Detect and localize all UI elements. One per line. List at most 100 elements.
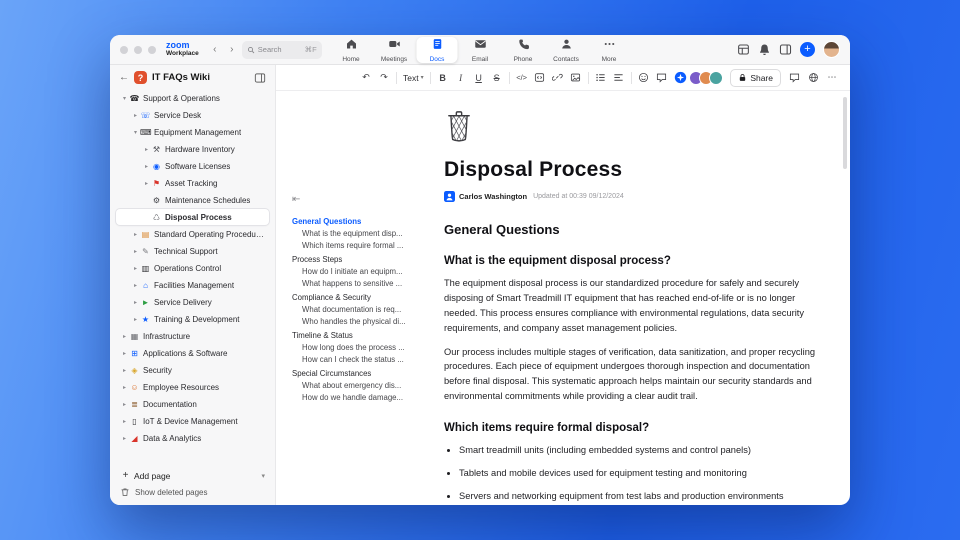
collaborator-avatar[interactable] bbox=[709, 70, 724, 85]
outline-item[interactable]: How can I check the status ... bbox=[292, 354, 428, 366]
tab-meetings[interactable]: Meetings bbox=[374, 37, 415, 63]
sidebar-item-data-analytics[interactable]: ▸ ◢ Data & Analytics bbox=[116, 430, 269, 446]
close-window-button[interactable] bbox=[120, 45, 128, 54]
outline-item[interactable]: Compliance & Security bbox=[292, 292, 428, 304]
collaborator-avatars[interactable] bbox=[689, 70, 724, 85]
bold-button[interactable]: B bbox=[437, 70, 449, 86]
sidebar-item-equipment-management[interactable]: ▾ ⌨ Equipment Management bbox=[116, 124, 269, 140]
outline-item[interactable]: What about emergency dis... bbox=[292, 380, 428, 392]
sidebar-item-employee-resources[interactable]: ▸ ☺ Employee Resources bbox=[116, 379, 269, 395]
chevron-right-icon[interactable]: ▸ bbox=[131, 299, 140, 306]
chevron-right-icon[interactable]: ▸ bbox=[131, 265, 140, 272]
redo-button[interactable]: ↷ bbox=[378, 70, 390, 86]
chevron-right-icon[interactable]: ▸ bbox=[142, 163, 151, 170]
nav-back-button[interactable]: ‹ bbox=[208, 43, 222, 57]
workspace-icon[interactable] bbox=[737, 43, 750, 56]
sidebar-item-facilities-management[interactable]: ▸ ⌂ Facilities Management bbox=[116, 277, 269, 293]
link-button[interactable] bbox=[552, 70, 564, 86]
show-deleted-pages-button[interactable]: Show deleted pages bbox=[116, 484, 269, 501]
italic-button[interactable]: I bbox=[455, 70, 467, 86]
text-style-dropdown[interactable]: Text ▾ bbox=[403, 73, 424, 83]
collapse-sidebar-icon[interactable] bbox=[254, 72, 266, 84]
sidebar-item-security[interactable]: ▸ ◈ Security bbox=[116, 362, 269, 378]
sidebar-item-service-desk[interactable]: ▸ ☏ Service Desk bbox=[116, 107, 269, 123]
chevron-right-icon[interactable]: ▸ bbox=[120, 384, 129, 391]
new-item-button[interactable]: + bbox=[800, 42, 815, 57]
underline-button[interactable]: U bbox=[473, 70, 485, 86]
more-options-button[interactable]: ⋯ bbox=[826, 70, 838, 86]
sidebar-item-maintenance-schedules[interactable]: ⚙ Maintenance Schedules bbox=[116, 192, 269, 208]
zoom-window-button[interactable] bbox=[148, 45, 156, 54]
chevron-down-icon[interactable]: ▾ bbox=[120, 95, 129, 102]
sidebar-item-technical-support[interactable]: ▸ ✎ Technical Support bbox=[116, 243, 269, 259]
sidebar-item-operations-control[interactable]: ▸ ▥ Operations Control bbox=[116, 260, 269, 276]
chevron-right-icon[interactable]: ▸ bbox=[120, 333, 129, 340]
outline-item[interactable]: How long does the process ... bbox=[292, 342, 428, 354]
sidebar-item-service-delivery[interactable]: ▸ ► Service Delivery bbox=[116, 294, 269, 310]
chevron-right-icon[interactable]: ▸ bbox=[131, 282, 140, 289]
tab-email[interactable]: Email bbox=[460, 37, 501, 63]
chevron-down-icon[interactable]: ▾ bbox=[131, 129, 140, 136]
sidebar-item-training-development[interactable]: ▸ ★ Training & Development bbox=[116, 311, 269, 327]
outline-item[interactable]: Special Circumstances bbox=[292, 368, 428, 380]
language-globe-button[interactable] bbox=[807, 70, 819, 86]
sidebar-item-support-operations[interactable]: ▾ ☎ Support & Operations bbox=[116, 90, 269, 106]
outline-item[interactable]: What happens to sensitive ... bbox=[292, 278, 428, 290]
chevron-right-icon[interactable]: ▸ bbox=[131, 248, 140, 255]
chevron-right-icon[interactable]: ▸ bbox=[120, 350, 129, 357]
sidebar-item-documentation[interactable]: ▸ ≣ Documentation bbox=[116, 396, 269, 412]
sidebar-item-software-licenses[interactable]: ▸ ◉ Software Licenses bbox=[116, 158, 269, 174]
minimize-window-button[interactable] bbox=[134, 45, 142, 54]
chevron-right-icon[interactable]: ▸ bbox=[131, 316, 140, 323]
outline-item[interactable]: Which items require formal ... bbox=[292, 240, 428, 252]
global-search-input[interactable]: Search ⌘F bbox=[241, 40, 322, 59]
chevron-down-icon[interactable]: ▾ bbox=[261, 472, 265, 480]
align-button[interactable] bbox=[613, 70, 625, 86]
outline-item[interactable]: Timeline & Status bbox=[292, 330, 428, 342]
chevron-right-icon[interactable]: ▸ bbox=[131, 112, 140, 119]
chevron-right-icon[interactable]: ▸ bbox=[120, 418, 129, 425]
tab-contacts[interactable]: Contacts bbox=[546, 37, 587, 63]
sidebar-toggle-icon[interactable] bbox=[779, 43, 792, 56]
code-block-button[interactable] bbox=[534, 70, 546, 86]
tab-more[interactable]: More bbox=[589, 37, 630, 63]
sidebar-item-applications-software[interactable]: ▸ ⊞ Applications & Software bbox=[116, 345, 269, 361]
collapse-outline-icon[interactable]: ⇤ bbox=[292, 194, 300, 205]
emoji-button[interactable] bbox=[638, 70, 650, 86]
bullet-list-button[interactable] bbox=[595, 70, 607, 86]
outline-item[interactable]: Who handles the physical di... bbox=[292, 316, 428, 328]
tab-docs[interactable]: Docs bbox=[416, 37, 458, 63]
chevron-right-icon[interactable]: ▸ bbox=[120, 367, 129, 374]
outline-item[interactable]: What documentation is req... bbox=[292, 304, 428, 316]
outline-item[interactable]: What is the equipment disp... bbox=[292, 228, 428, 240]
chevron-right-icon[interactable]: ▸ bbox=[120, 435, 129, 442]
outline-item[interactable]: How do we handle damage... bbox=[292, 392, 428, 404]
share-button[interactable]: Share bbox=[730, 68, 781, 87]
sidebar-item-infrastructure[interactable]: ▸ ▦ Infrastructure bbox=[116, 328, 269, 344]
scrollbar[interactable] bbox=[843, 97, 847, 169]
sidebar-item-hardware-inventory[interactable]: ▸ ⚒ Hardware Inventory bbox=[116, 141, 269, 157]
window-controls[interactable] bbox=[120, 45, 156, 54]
undo-button[interactable]: ↶ bbox=[360, 70, 372, 86]
sidebar-item-disposal-process[interactable]: ♺ Disposal Process bbox=[116, 209, 269, 225]
sidebar-item-iot-device-management[interactable]: ▸ ▯ IoT & Device Management bbox=[116, 413, 269, 429]
outline-item[interactable]: General Questions bbox=[292, 216, 428, 228]
comments-panel-button[interactable] bbox=[788, 70, 800, 86]
nav-forward-button[interactable]: › bbox=[225, 43, 239, 57]
tab-home[interactable]: Home bbox=[331, 37, 372, 63]
sidebar-item-standard-operating-procedures[interactable]: ▸ ▤ Standard Operating Procedures bbox=[116, 226, 269, 242]
chevron-right-icon[interactable]: ▸ bbox=[120, 401, 129, 408]
inline-code-button[interactable]: </> bbox=[516, 70, 528, 86]
back-icon[interactable]: ← bbox=[119, 72, 129, 83]
chevron-right-icon[interactable]: ▸ bbox=[142, 146, 151, 153]
chevron-right-icon[interactable]: ▸ bbox=[142, 180, 151, 187]
strikethrough-button[interactable]: S bbox=[491, 70, 503, 86]
image-button[interactable] bbox=[570, 70, 582, 86]
ai-companion-button[interactable] bbox=[674, 70, 687, 86]
sidebar-item-asset-tracking[interactable]: ▸ ⚑ Asset Tracking bbox=[116, 175, 269, 191]
outline-item[interactable]: How do I initiate an equipm... bbox=[292, 266, 428, 278]
document-body[interactable]: Disposal Process Carlos Washington Updat… bbox=[434, 91, 850, 505]
notifications-bell-icon[interactable] bbox=[758, 43, 771, 56]
outline-item[interactable]: Process Steps bbox=[292, 254, 428, 266]
comment-button[interactable] bbox=[656, 70, 668, 86]
